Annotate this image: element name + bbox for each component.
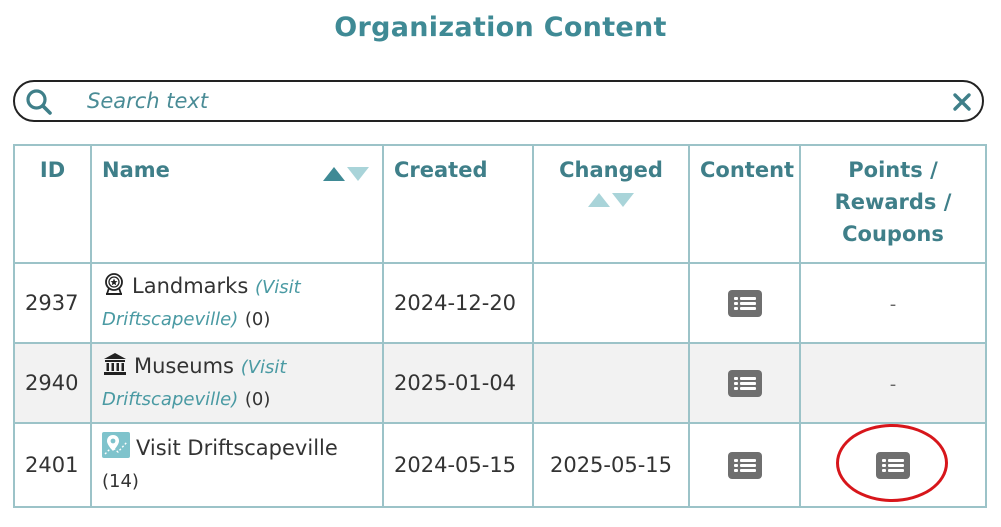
points-empty: - <box>889 374 897 395</box>
search-bar <box>13 80 984 122</box>
table-row[interactable]: 2940 Museums (Visit Driftscapeville) (0)… <box>13 342 987 424</box>
map-pin-icon <box>102 432 130 458</box>
row-name[interactable]: Museums <box>134 354 234 378</box>
column-header-changed[interactable]: Changed <box>532 144 690 264</box>
column-header-content: Content <box>688 144 801 264</box>
column-header-created[interactable]: Created <box>382 144 534 264</box>
row-name[interactable]: Landmarks <box>132 274 248 298</box>
column-header-id[interactable]: ID <box>13 144 92 264</box>
sort-toggle-icon[interactable] <box>587 192 635 208</box>
list-icon[interactable] <box>727 451 762 479</box>
row-points-cell <box>799 422 987 508</box>
item-count: (14) <box>102 471 139 492</box>
row-content-cell <box>688 422 801 508</box>
row-content-cell <box>688 262 801 344</box>
row-created: 2024-05-15 <box>382 422 534 508</box>
list-icon[interactable] <box>727 369 762 397</box>
item-count: (0) <box>244 389 271 410</box>
row-id: 2937 <box>13 262 92 344</box>
row-changed <box>532 342 690 424</box>
landmark-icon <box>105 273 123 295</box>
row-content-cell <box>688 342 801 424</box>
row-name-cell: Museums (Visit Driftscapeville) (0) <box>90 342 384 424</box>
list-icon[interactable] <box>727 289 762 317</box>
row-points-cell: - <box>799 342 987 424</box>
row-points-cell: - <box>799 262 987 344</box>
clear-search-icon[interactable] <box>952 92 972 112</box>
column-header-points: Points / Rewards / Coupons <box>799 144 987 264</box>
item-count: (0) <box>244 309 271 330</box>
column-header-name[interactable]: Name <box>90 144 384 264</box>
sort-toggle-icon[interactable] <box>322 166 370 182</box>
row-id: 2401 <box>13 422 92 508</box>
row-changed: 2025-05-15 <box>532 422 690 508</box>
row-name-cell: Visit Driftscapeville (14) <box>90 422 384 508</box>
points-empty: - <box>889 294 897 315</box>
row-changed <box>532 262 690 344</box>
row-created: 2025-01-04 <box>382 342 534 424</box>
row-name-cell: Landmarks (Visit Driftscapeville) (0) <box>90 262 384 344</box>
search-icon[interactable] <box>25 88 53 116</box>
table-row[interactable]: 2401 Visit Driftscapeville (14) 2024-05-… <box>13 422 987 508</box>
points-rewards-button[interactable] <box>876 451 910 479</box>
table-header-row: ID Name Created Changed Content Points /… <box>13 144 987 264</box>
row-created: 2024-12-20 <box>382 262 534 344</box>
page-title: Organization Content <box>334 12 667 43</box>
search-input[interactable] <box>87 87 937 115</box>
table-row[interactable]: 2937 Landmarks (Visit Driftscapeville) (… <box>13 262 987 344</box>
museum-icon <box>104 353 126 375</box>
row-name[interactable]: Visit Driftscapeville <box>136 436 338 460</box>
content-table: ID Name Created Changed Content Points /… <box>13 144 987 508</box>
row-id: 2940 <box>13 342 92 424</box>
